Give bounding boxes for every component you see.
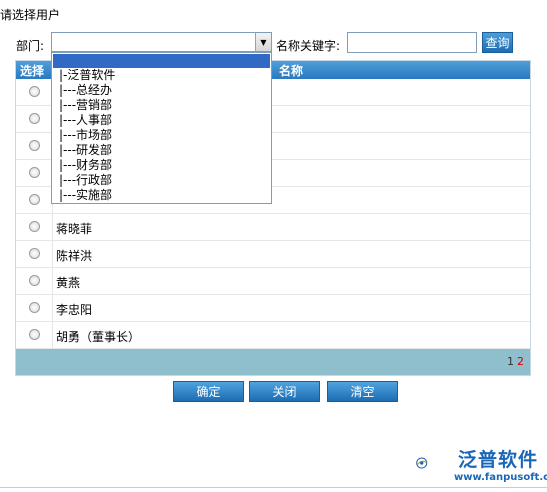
column-header-name: 名称 <box>279 64 304 78</box>
row-radio[interactable] <box>29 140 40 151</box>
row-name: 黄燕 <box>56 276 81 290</box>
close-button[interactable]: 关闭 <box>249 381 320 402</box>
table-row[interactable]: 胡勇（董事长） <box>16 322 530 349</box>
pager-bar: 12 <box>16 349 530 375</box>
row-radio[interactable] <box>29 329 40 340</box>
page-title: 请选择用户 <box>0 8 61 22</box>
dropdown-option[interactable]: |---市场部 <box>59 128 112 142</box>
keyword-label: 名称关键字: <box>276 39 341 53</box>
dropdown-option[interactable]: |---行政部 <box>59 173 112 187</box>
dropdown-option[interactable]: |-泛普软件 <box>59 68 115 82</box>
brand-name: 泛普软件 <box>458 449 539 471</box>
page-numbers: 12 <box>507 355 524 368</box>
dropdown-highlight <box>53 54 270 68</box>
row-radio[interactable] <box>29 302 40 313</box>
row-radio[interactable] <box>29 248 40 259</box>
brand-logo-icon <box>416 457 428 469</box>
row-radio[interactable] <box>29 194 40 205</box>
row-name: 蒋晓菲 <box>56 222 93 236</box>
clear-button[interactable]: 清空 <box>327 381 398 402</box>
brand-url: www.fanpusoft.com <box>454 472 547 483</box>
row-name: 胡勇（董事长） <box>56 330 141 344</box>
column-header-select: 选择 <box>20 64 45 78</box>
dept-label: 部门: <box>16 39 45 53</box>
dept-dropdown-list: |-泛普软件 |---总经办 |---营销部 |---人事部 |---市场部 |… <box>51 52 272 204</box>
row-radio[interactable] <box>29 86 40 97</box>
page-link-2[interactable]: 2 <box>517 355 524 368</box>
dropdown-option[interactable]: |---人事部 <box>59 113 112 127</box>
table-row[interactable]: 陈祥洪 <box>16 241 530 268</box>
keyword-input[interactable] <box>347 32 477 53</box>
row-name: 陈祥洪 <box>56 249 93 263</box>
row-radio[interactable] <box>29 167 40 178</box>
query-button[interactable]: 查询 <box>482 32 513 53</box>
status-divider <box>0 487 547 488</box>
table-row[interactable]: 蒋晓菲 <box>16 214 530 241</box>
dropdown-option[interactable]: |---财务部 <box>59 158 112 172</box>
row-radio[interactable] <box>29 113 40 124</box>
page-link-1[interactable]: 1 <box>507 355 514 368</box>
dept-select[interactable]: ▼ <box>51 32 272 52</box>
table-row[interactable]: 李忠阳 <box>16 295 530 322</box>
dropdown-option[interactable]: |---营销部 <box>59 98 112 112</box>
dropdown-option[interactable]: |---研发部 <box>59 143 112 157</box>
dropdown-option[interactable]: |---实施部 <box>59 188 112 202</box>
confirm-button[interactable]: 确定 <box>173 381 244 402</box>
table-row[interactable]: 黄燕 <box>16 268 530 295</box>
row-radio[interactable] <box>29 221 40 232</box>
row-radio[interactable] <box>29 275 40 286</box>
dropdown-option[interactable]: |---总经办 <box>59 83 112 97</box>
chevron-down-icon[interactable]: ▼ <box>255 33 271 51</box>
row-name: 李忠阳 <box>56 303 93 317</box>
